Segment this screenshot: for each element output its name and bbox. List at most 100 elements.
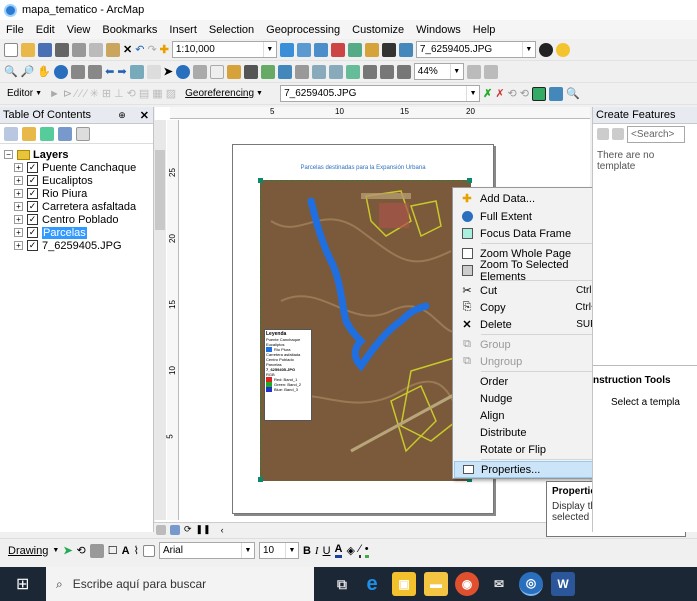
toggle-draft-icon[interactable] [466,64,481,79]
windows-start-icon[interactable]: ⊞ [16,574,29,594]
layers-group-row[interactable]: − Layers [4,148,153,161]
undo-icon[interactable]: ↶ [135,43,144,56]
taskbar-search-box[interactable]: ⌕ Escribe aquí para buscar [46,567,314,601]
fill-color-icon[interactable]: ◈ [346,544,354,557]
find-route-icon[interactable] [260,64,275,79]
forward-extent-icon[interactable]: ➡ [117,65,126,78]
redo-icon[interactable]: ↷ [147,43,156,56]
page-zoom-combo[interactable]: 44% ▼ [413,63,464,80]
cut-polygons-icon[interactable]: ⊥ [114,87,124,100]
expand-icon[interactable]: + [14,163,23,172]
pause-icon[interactable]: ❚❚ [196,524,211,535]
organize-templates-icon[interactable] [597,128,609,140]
fixed-zoom-in-icon[interactable] [71,64,86,79]
underline-icon[interactable]: U [323,545,331,557]
rotate-raster-icon[interactable]: ⟲ [508,87,517,100]
pin-icon[interactable]: ⊕ [118,110,126,121]
delete-icon[interactable]: ✕ [123,43,132,56]
hyperlink-icon[interactable] [192,64,207,79]
toc-layer-row[interactable]: + ✓ Centro Poblado [4,213,153,226]
selection-handle[interactable] [258,178,263,183]
time-slider-icon[interactable] [294,64,309,79]
filter-icon[interactable] [612,128,624,140]
visibility-checkbox[interactable]: ✓ [27,227,38,238]
fixed-zoom-out-icon[interactable] [88,64,103,79]
toc-layer-row[interactable]: + ✓ Eucaliptos [4,174,153,187]
visibility-checkbox[interactable]: ✓ [27,214,38,225]
edit-vertices-icon[interactable] [142,544,155,557]
close-icon[interactable]: ✕ [140,109,149,122]
italic-icon[interactable]: I [315,545,319,557]
font-color-icon[interactable]: A [334,543,343,558]
straight-segment-icon[interactable]: ⁄ [75,88,77,100]
fixed-zoom-page-icon[interactable] [396,64,411,79]
rectangle-icon[interactable]: ☐ [108,544,118,557]
georeferencing-menu[interactable]: Georeferencing ▼ [179,85,278,102]
html-popup-icon[interactable] [209,64,224,79]
menu-geoprocessing[interactable]: Geoprocessing [260,24,346,36]
trace-icon[interactable]: ⁄ [85,88,87,100]
menu-view[interactable]: View [61,24,97,36]
callout-icon[interactable]: ⌇ [134,544,139,557]
word-icon[interactable]: W [551,572,575,596]
add-data-icon[interactable]: ✚ [160,43,169,56]
list-by-visibility-icon[interactable] [40,126,54,141]
viewer-icon[interactable] [548,86,563,101]
open-icon[interactable] [21,42,35,57]
zoom-out-icon[interactable]: 🔎 [21,65,35,78]
view-link-table-icon[interactable] [531,86,546,101]
text-icon[interactable]: A [122,545,130,557]
search-window-icon[interactable] [347,42,362,57]
file-explorer-icon[interactable]: ▬ [424,572,448,596]
go-to-xy-icon[interactable] [277,64,292,79]
new-icon[interactable] [4,42,18,57]
arctoolbox-icon[interactable] [364,42,379,57]
menu-insert[interactable]: Insert [163,24,203,36]
selection-handle[interactable] [467,178,472,183]
back-extent-icon[interactable]: ⬅ [105,65,114,78]
focus-frame-icon[interactable] [483,64,498,79]
map-page-title[interactable]: Parcelas destinadas para la Expansión Ur… [233,165,493,171]
list-by-drawing-order-icon[interactable] [4,126,18,141]
edit-tool-icon[interactable]: ► [49,88,60,100]
list-by-source-icon[interactable] [22,126,36,141]
reshape-icon[interactable]: ⊞ [102,87,111,100]
font-combo[interactable]: Arial ▼ [158,542,255,559]
catalog-icon[interactable] [330,42,345,57]
rotate-element-icon[interactable]: ⟲ [77,544,86,557]
expand-icon[interactable]: + [14,241,23,250]
editor-toolbar-icon[interactable] [296,42,311,57]
store-icon[interactable]: ▣ [392,572,416,596]
select-features-icon[interactable] [129,64,144,79]
visibility-checkbox[interactable]: ✓ [27,162,38,173]
zoom-in-icon[interactable]: 🔍 [4,65,18,78]
toc-window-icon[interactable] [313,42,328,57]
collapse-icon[interactable]: − [4,150,13,159]
menu-file[interactable]: File [0,24,30,36]
raster-layer-combo[interactable]: 7_6259405.JPG ▼ [415,41,536,58]
layout-icon[interactable] [279,42,294,57]
expand-icon[interactable]: + [14,176,23,185]
visibility-checkbox[interactable]: ✓ [27,188,38,199]
select-elements-icon[interactable]: ➤ [63,544,72,557]
copy-icon[interactable] [89,42,103,57]
zoom-100-icon[interactable] [379,64,394,79]
toc-layer-row[interactable]: + ✓ Puente Canchaque [4,161,153,174]
python-icon[interactable] [381,42,396,57]
zoom-whole-page-icon[interactable] [362,64,377,79]
print-icon[interactable] [55,42,69,57]
clear-selection-icon[interactable] [146,64,161,79]
template-search-input[interactable]: <Search> [627,125,685,143]
font-size-combo[interactable]: 10 ▼ [258,542,299,559]
edge-browser-icon[interactable]: e [360,572,384,596]
select-elements-icon[interactable]: ➤ [164,65,173,78]
bold-icon[interactable]: B [303,545,311,557]
visibility-checkbox[interactable]: ✓ [27,201,38,212]
expand-icon[interactable]: + [14,202,23,211]
expand-icon[interactable]: + [14,228,23,237]
end-point-arc-icon[interactable]: ⁄ [80,88,82,100]
task-view-icon[interactable]: ⧉ [330,572,354,596]
editor-menu[interactable]: Editor ▼ [4,85,46,102]
arcmap-taskbar-icon[interactable]: ◎ [519,572,543,596]
magnifier-icon[interactable]: 🔍 [566,87,580,100]
